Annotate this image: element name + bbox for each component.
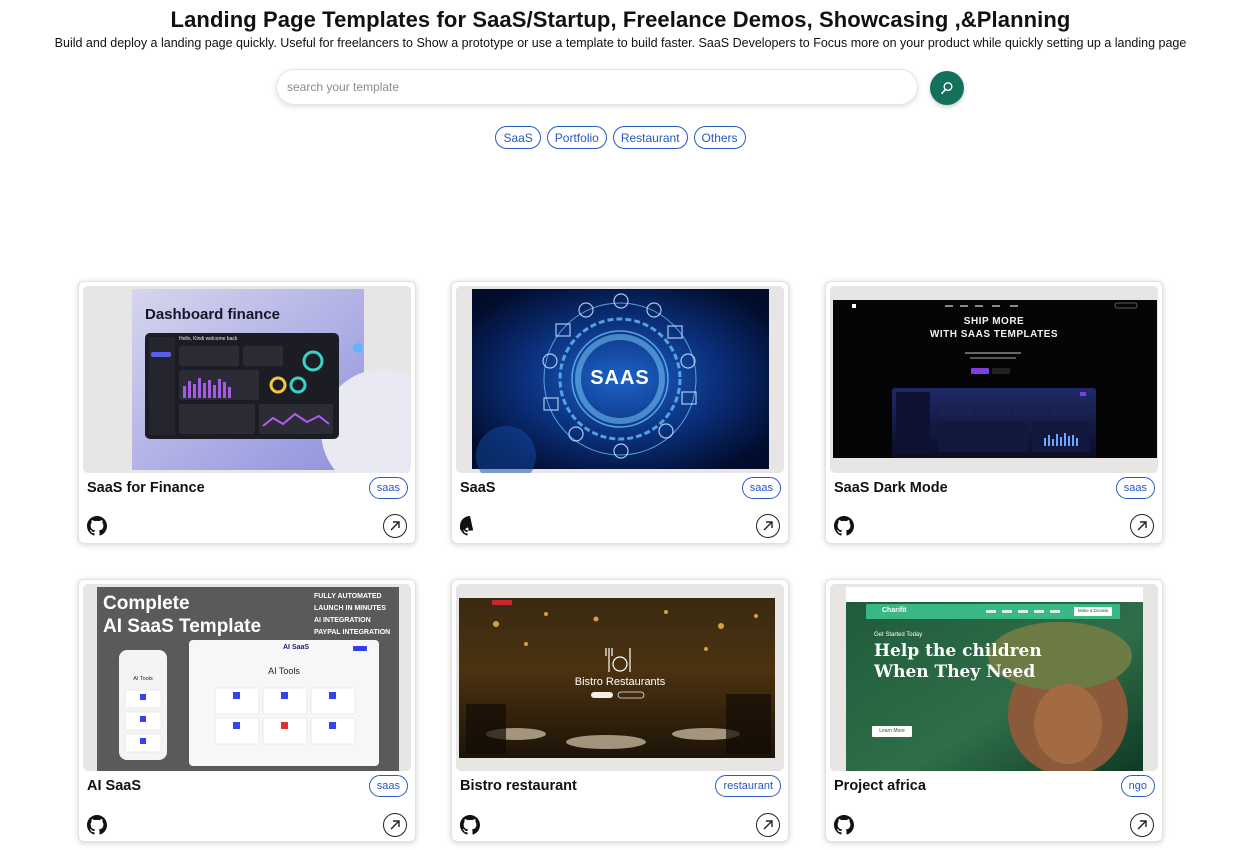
- thumbnail-headline: Dashboard finance: [145, 306, 281, 323]
- github-icon: [458, 516, 474, 536]
- filter-restaurant[interactable]: Restaurant: [612, 126, 688, 149]
- thumbnail-headline: Complete: [103, 593, 190, 614]
- card-title: SaaS for Finance: [87, 480, 205, 496]
- thumbnail-kicker: Get Started Today: [874, 632, 923, 638]
- template-thumbnail: Complete AI SaaS Template FULLY AUTOMATE…: [83, 584, 411, 771]
- card-tag[interactable]: saas: [368, 477, 408, 499]
- thumbnail-feature: AI INTEGRATION: [314, 617, 371, 624]
- github-link[interactable]: [87, 516, 107, 536]
- thumbnail-subheadline: AI SaaS Template: [103, 616, 262, 637]
- github-icon: [834, 516, 854, 536]
- thumbnail-headline: Help the children: [874, 641, 1042, 661]
- template-thumbnail: Dashboard finance Hello, Kindi welcome b…: [83, 286, 411, 473]
- thumbnail-feature: PAYPAL INTEGRATION: [314, 629, 391, 636]
- card-title: Bistro restaurant: [460, 778, 577, 794]
- search-icon: [941, 82, 953, 94]
- card-tag[interactable]: restaurant: [715, 775, 781, 797]
- page-subtitle: Build and deploy a landing page quickly.…: [54, 36, 1187, 50]
- open-template-link[interactable]: [1130, 514, 1154, 538]
- open-template-link[interactable]: [383, 813, 407, 837]
- card-title: SaaS: [460, 480, 496, 496]
- card-tag[interactable]: saas: [1115, 477, 1155, 499]
- github-icon: [87, 516, 107, 536]
- card-tag[interactable]: saas: [741, 477, 781, 499]
- github-link[interactable]: [458, 516, 480, 536]
- template-card[interactable]: Complete AI SaaS Template FULLY AUTOMATE…: [78, 579, 416, 842]
- template-thumbnail: SHIP MORE WITH SAAS TEMPLATES: [830, 286, 1158, 473]
- thumbnail-subheadline: When They Need: [874, 662, 1036, 682]
- thumbnail-headline: SHIP MORE: [963, 316, 1025, 327]
- filter-portfolio[interactable]: Portfolio: [546, 126, 607, 149]
- page-title: Landing Page Templates for SaaS/Startup,…: [170, 7, 1071, 32]
- thumbnail-cta: Learn More: [879, 728, 905, 734]
- card-title: Project africa: [834, 778, 926, 794]
- github-link[interactable]: [87, 815, 107, 835]
- template-card[interactable]: Bistro Restaurants Bistro restaurant res…: [451, 579, 789, 842]
- github-icon: [460, 815, 480, 835]
- template-card[interactable]: Charifit Make a Donate Get Started Today…: [825, 579, 1163, 842]
- github-link[interactable]: [834, 516, 854, 536]
- card-title: SaaS Dark Mode: [834, 480, 948, 496]
- open-template-link[interactable]: [756, 514, 780, 538]
- card-tag[interactable]: ngo: [1120, 775, 1155, 797]
- github-icon: [834, 815, 854, 835]
- thumbnail-feature: FULLY AUTOMATED: [314, 593, 382, 600]
- github-icon: [87, 815, 107, 835]
- arrow-up-right-icon: [390, 521, 400, 531]
- search-input[interactable]: [276, 69, 918, 105]
- thumbnail-brand: Charifit: [882, 607, 907, 614]
- thumbnail-section: AI Tools: [268, 666, 300, 676]
- card-tag[interactable]: saas: [368, 775, 408, 797]
- arrow-up-right-icon: [1137, 820, 1147, 830]
- thumbnail-headline: Bistro Restaurants: [574, 676, 666, 688]
- filter-saas[interactable]: SaaS: [495, 126, 541, 149]
- open-template-link[interactable]: [1130, 813, 1154, 837]
- github-link[interactable]: [460, 815, 480, 835]
- arrow-up-right-icon: [1137, 521, 1147, 531]
- open-template-link[interactable]: [383, 514, 407, 538]
- github-link[interactable]: [834, 815, 854, 835]
- filter-others[interactable]: Others: [693, 126, 746, 149]
- template-card[interactable]: Dashboard finance Hello, Kindi welcome b…: [78, 281, 416, 544]
- card-title: AI SaaS: [87, 778, 141, 794]
- thumbnail-greeting: Hello, Kindi welcome back: [179, 336, 238, 342]
- thumbnail-donate-button: Make a Donate: [1077, 608, 1109, 613]
- template-thumbnail: SAAS: [456, 286, 784, 473]
- open-template-link[interactable]: [756, 813, 780, 837]
- template-thumbnail: Charifit Make a Donate Get Started Today…: [830, 584, 1158, 771]
- filter-bar: SaaS Portfolio Restaurant Others: [0, 126, 1241, 149]
- thumbnail-feature: LAUNCH IN MINUTES: [314, 605, 386, 612]
- thumbnail-phone-heading: AI Tools: [133, 676, 153, 682]
- thumbnail-brand: AI SaaS: [283, 644, 310, 651]
- arrow-up-right-icon: [763, 820, 773, 830]
- template-card[interactable]: SHIP MORE WITH SAAS TEMPLATES SaaS Dark …: [825, 281, 1163, 544]
- thumbnail-headline: SAAS: [590, 367, 650, 389]
- search-button[interactable]: [930, 71, 964, 105]
- arrow-up-right-icon: [390, 820, 400, 830]
- arrow-up-right-icon: [763, 521, 773, 531]
- template-card[interactable]: SAAS SaaS saas: [451, 281, 789, 544]
- template-thumbnail: Bistro Restaurants: [456, 584, 784, 771]
- thumbnail-subheadline: WITH SAAS TEMPLATES: [929, 329, 1059, 340]
